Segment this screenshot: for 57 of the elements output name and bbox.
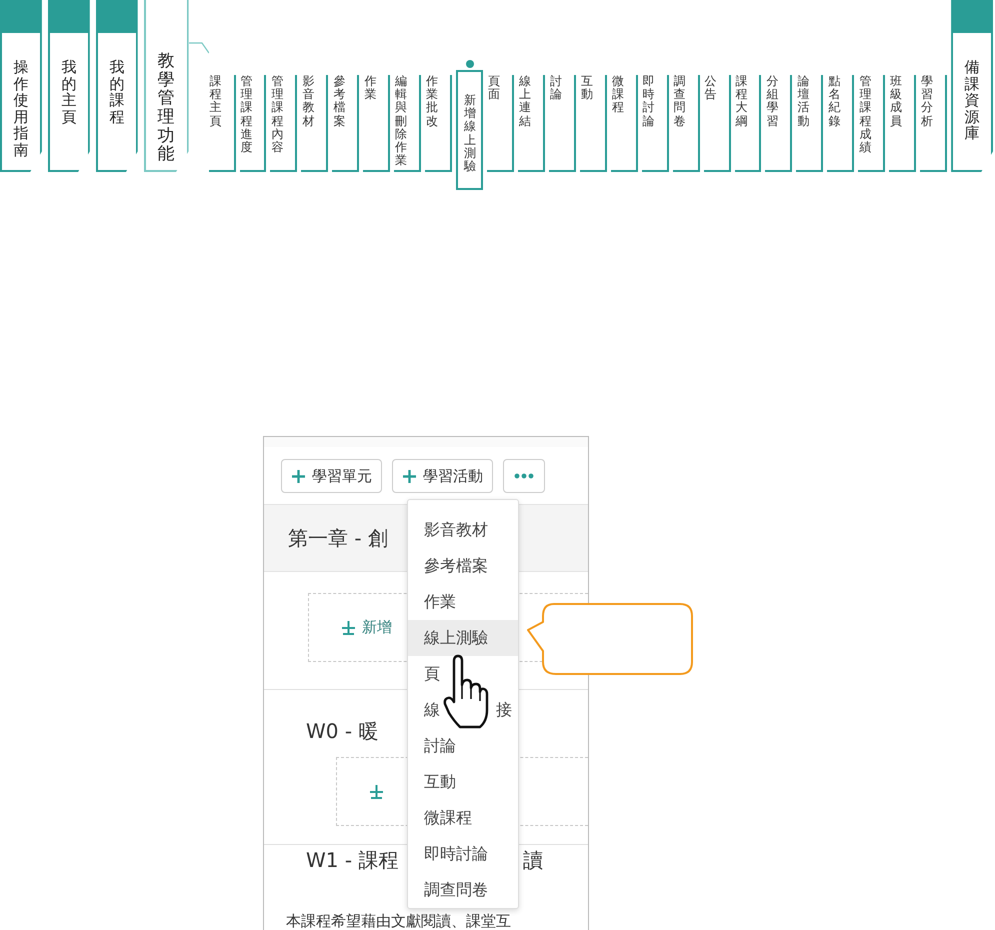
subnav-tab[interactable]: 管理課程進度 [240, 75, 266, 172]
week-title: W0 - 暖 [306, 719, 378, 743]
chapter-title: 第一章 - 創 [288, 524, 388, 552]
menu-item[interactable]: 微課程 [408, 800, 518, 836]
menu-item[interactable]: 參考檔案 [408, 548, 518, 584]
subnav-tab[interactable]: 即時討論 [642, 75, 669, 172]
menu-item[interactable]: 互動 [408, 764, 518, 800]
menu-item[interactable]: 頁 [408, 656, 518, 692]
add-button[interactable]: 學習單元 [281, 459, 382, 493]
subnav-tab[interactable]: 互動 [580, 75, 607, 172]
nav-tab[interactable]: 備課資源庫 [951, 0, 993, 172]
menu-item-text: 接 [496, 700, 512, 720]
hand-cursor-icon [442, 653, 490, 731]
subnav-tab[interactable]: 作業批改 [425, 75, 452, 172]
subnav-tab[interactable]: 論壇活動 [796, 75, 824, 172]
menu-item[interactable]: 即時討論 [408, 836, 518, 872]
menu-item[interactable]: 影音教材 [408, 512, 518, 548]
subnav-tab[interactable]: 作業 [363, 75, 390, 172]
subnav-tab[interactable]: 班級成員 [889, 75, 916, 172]
more-icon [514, 473, 534, 479]
menu-item[interactable]: 線 接 [408, 692, 518, 728]
week-description: 本課程希望藉由文獻閱讀、課堂互 [286, 912, 512, 930]
add-button[interactable]: 學習活動 [392, 459, 493, 493]
subnav-tab[interactable]: 管理課程內容 [270, 75, 298, 172]
connector-line [188, 40, 209, 54]
subnav-tab[interactable]: 調查問卷 [672, 75, 700, 172]
subnav-tab[interactable]: 參考檔案 [332, 75, 360, 172]
subnav-tab[interactable]: 學習分析 [920, 75, 948, 172]
menu-item-text: 線 [424, 700, 440, 720]
plus-icon [341, 620, 356, 635]
subnav-tab[interactable]: 編輯與刪除作業 [394, 75, 422, 172]
plus-icon [402, 468, 417, 484]
subnav-tab[interactable]: 課程主頁 [208, 75, 236, 172]
menu-item[interactable]: 討論 [408, 728, 518, 764]
subnav-tab[interactable]: 討論 [548, 75, 576, 172]
nav-tab[interactable]: 我的課程 [96, 0, 138, 172]
subnav-tab[interactable]: 線上連結 [518, 75, 545, 172]
subnav-tab[interactable]: 影音教材 [301, 75, 328, 172]
menu-item[interactable]: 作業 [408, 584, 518, 620]
menu-item[interactable]: 線上測驗 [408, 620, 518, 656]
more-button[interactable] [503, 459, 545, 493]
week-title: W1 - 課程 [306, 848, 398, 872]
subnav-tab[interactable]: 管理課程成績 [858, 75, 886, 172]
nav-tab[interactable]: 我的主頁 [48, 0, 90, 172]
nav-tab[interactable]: 教學管理功能 [144, 0, 189, 172]
nav-tab[interactable]: 操作使用指南 [0, 0, 42, 172]
subnav-tab[interactable]: 點名紀錄 [827, 75, 854, 172]
plus-icon [369, 784, 384, 799]
plus-icon [291, 468, 306, 484]
subnav-tab[interactable]: 分組學習 [765, 75, 792, 172]
subnav-tab[interactable]: 頁面 [487, 75, 514, 172]
subnav-tab[interactable]: 微課程 [610, 75, 638, 172]
subnav-tab[interactable]: 公告 [704, 75, 730, 172]
week-title: 讀 [523, 847, 543, 874]
subnav-tab[interactable]: 課程大綱 [734, 75, 762, 172]
menu-item[interactable]: 調查問卷 [408, 872, 518, 908]
selection-dot [466, 60, 474, 68]
